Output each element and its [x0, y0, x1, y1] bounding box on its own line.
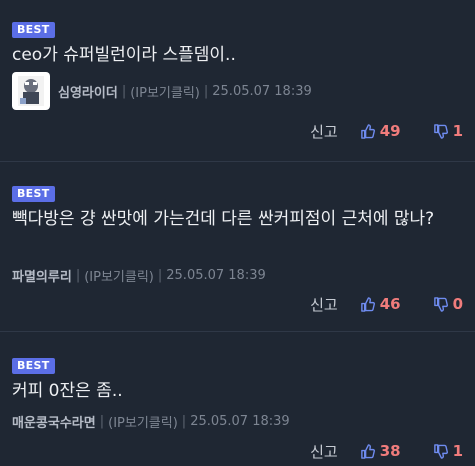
dislike-count: 1 [452, 442, 463, 460]
dislike-count: 0 [452, 295, 463, 313]
dislike-button[interactable]: 1 [433, 122, 463, 140]
meta-separator: | [121, 83, 127, 99]
report-button[interactable]: 신고 [310, 121, 338, 142]
thumbs-down-icon [433, 123, 448, 139]
best-badge: BEST [12, 358, 55, 374]
meta-separator: | [75, 268, 81, 283]
best-badge: BEST [12, 22, 55, 38]
meta-separator: | [157, 268, 163, 283]
comment-meta: 매운콩국수라면 | (IP보기클릭) | 25.05.07 18:39 [12, 412, 290, 431]
thumbs-up-icon [360, 123, 375, 139]
comment-item: BEST ceo가 슈퍼빌런이라 스플뎀이.. 심영라이더 | (IP보기클릭)… [0, 0, 475, 162]
comment-date: 25.05.07 18:39 [212, 83, 312, 99]
avatar[interactable] [12, 72, 50, 110]
report-button[interactable]: 신고 [310, 441, 338, 462]
comment-meta: 심영라이더 | (IP보기클릭) | 25.05.07 18:39 [12, 72, 312, 110]
author-name[interactable]: 심영라이더 [58, 82, 118, 101]
like-count: 49 [379, 122, 401, 140]
comment-item: BEST 커피 0잔은 좀.. 매운콩국수라면 | (IP보기클릭) | 25.… [0, 332, 475, 466]
author-name[interactable]: 매운콩국수라면 [12, 412, 96, 431]
comment-actions: 신고 38 1 [310, 440, 463, 462]
dislike-button[interactable]: 1 [433, 442, 463, 460]
comment-text: ceo가 슈퍼빌런이라 스플뎀이.. [12, 45, 236, 65]
like-count: 38 [379, 442, 401, 460]
comment-actions: 신고 46 0 [310, 293, 463, 315]
comment-date: 25.05.07 18:39 [166, 268, 266, 283]
author-name[interactable]: 파멸의루리 [12, 266, 72, 285]
comment-text: 빽다방은 걍 싼맛에 가는건데 다른 싼커피점이 근처에 많나? [12, 209, 435, 229]
comment-text: 커피 0잔은 좀.. [12, 381, 123, 401]
like-button[interactable]: 46 [360, 295, 401, 313]
like-button[interactable]: 38 [360, 442, 401, 460]
like-count: 46 [379, 295, 401, 313]
comment-meta: 파멸의루리 | (IP보기클릭) | 25.05.07 18:39 [12, 266, 266, 285]
meta-separator: | [181, 414, 187, 429]
meta-separator: | [99, 414, 105, 429]
dislike-button[interactable]: 0 [433, 295, 463, 313]
like-button[interactable]: 49 [360, 122, 401, 140]
ip-toggle[interactable]: (IP보기클릭) [84, 266, 154, 285]
thumbs-down-icon [433, 443, 448, 459]
comment-actions: 신고 49 1 [310, 120, 463, 142]
best-badge: BEST [12, 186, 55, 202]
comment-date: 25.05.07 18:39 [190, 414, 290, 429]
thumbs-down-icon [433, 296, 448, 312]
thumbs-up-icon [360, 296, 375, 312]
ip-toggle[interactable]: (IP보기클릭) [108, 412, 178, 431]
report-button[interactable]: 신고 [310, 294, 338, 315]
meta-separator: | [203, 83, 209, 99]
thumbs-up-icon [360, 443, 375, 459]
ip-toggle[interactable]: (IP보기클릭) [130, 82, 200, 101]
dislike-count: 1 [452, 122, 463, 140]
comment-item: BEST 빽다방은 걍 싼맛에 가는건데 다른 싼커피점이 근처에 많나? 파멸… [0, 162, 475, 332]
